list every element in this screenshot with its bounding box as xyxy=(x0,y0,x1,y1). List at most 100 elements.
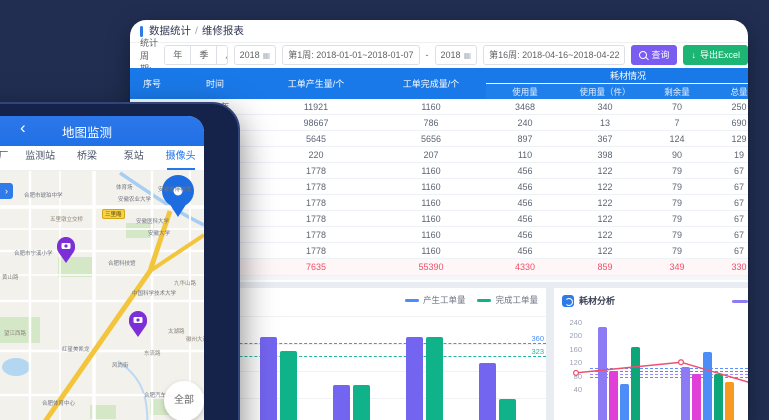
bar-完成工单量[interactable] xyxy=(353,385,370,420)
table-cell: 5656 xyxy=(376,131,486,147)
tab-摄像头[interactable]: 摄像头 xyxy=(157,146,204,170)
table-cell: 67 xyxy=(708,227,748,243)
table-cell: 129 xyxy=(708,131,748,147)
start-year-select[interactable]: 2018▦ xyxy=(234,45,277,65)
sub-col-header: 使用量 xyxy=(486,84,564,100)
table-cell: 67 xyxy=(708,195,748,211)
camera-pin[interactable] xyxy=(57,237,75,263)
tab-泵站[interactable]: 泵站 xyxy=(110,146,157,170)
table-cell: 330 xyxy=(708,259,748,276)
map-label: 安徽省博物馆 xyxy=(158,185,191,193)
selected-location-pin[interactable] xyxy=(162,175,194,217)
table-cell: 349 xyxy=(646,259,708,276)
range-separator: - xyxy=(426,50,429,60)
table-cell: 122 xyxy=(564,195,646,211)
map-label: 安徽大学 xyxy=(148,229,170,237)
trend-line xyxy=(554,288,748,420)
table-cell: 5645 xyxy=(256,131,376,147)
chart-legend: 产生工单量完成工单量 xyxy=(405,294,538,306)
consumable-chart-panel: 耗材分析 2402001601208040 xyxy=(554,288,748,420)
tab-污水厂[interactable]: 污水厂 xyxy=(0,146,17,170)
map-label: 红星美凯龙 xyxy=(62,345,90,353)
map-label: 安徽医科大学 xyxy=(136,217,169,225)
table-cell: 4330 xyxy=(486,259,564,276)
map-label: 太湖路 xyxy=(168,327,185,335)
map-road-badge: 三里庵 xyxy=(102,209,125,219)
table-header-row: 序号 时间 工单产生量/个 工单完成量/个 耗材情况 xyxy=(130,68,748,84)
bar-产生工单量[interactable] xyxy=(333,385,350,420)
table-cell: 7635 xyxy=(256,259,376,276)
table-cell: 53 xyxy=(564,276,646,281)
all-button[interactable]: 全部 xyxy=(164,381,204,420)
search-button[interactable]: 查询 xyxy=(631,45,677,65)
bar-完成工单量[interactable] xyxy=(426,337,443,420)
calendar-icon: ▦ xyxy=(464,51,472,60)
period-option-月[interactable]: 月 xyxy=(217,46,227,64)
sub-col-header: 剩余量 xyxy=(646,84,708,100)
table-cell: 250 xyxy=(708,99,748,115)
table-cell: 690 xyxy=(708,115,748,131)
table-cell: 19 xyxy=(708,147,748,163)
map-label: 五里墩立交桥 xyxy=(50,215,83,223)
period-segmented-control: 年季月周日 xyxy=(164,45,227,65)
export-excel-button[interactable]: ↓ 导出Excel xyxy=(683,45,748,65)
period-option-年[interactable]: 年 xyxy=(165,46,191,64)
bar-完成工单量[interactable] xyxy=(280,351,297,420)
map-label: 合肥科技馆 xyxy=(108,259,136,267)
table-cell: 124 xyxy=(646,131,708,147)
map-label: 中国科学技术大学 xyxy=(132,289,176,297)
search-icon xyxy=(639,51,647,59)
map-expander-button[interactable]: › xyxy=(0,183,13,199)
col-header: 工单完成量/个 xyxy=(376,68,486,99)
end-year-select[interactable]: 2018▦ xyxy=(435,45,478,65)
legend-item[interactable]: 完成工单量 xyxy=(477,294,538,306)
table-cell: 30 xyxy=(486,276,564,281)
table-cell: 456 xyxy=(486,211,564,227)
table-cell: 1778 xyxy=(256,211,376,227)
table-cell: 98667 xyxy=(256,115,376,131)
table-cell: 897 xyxy=(486,131,564,147)
table-cell: 122 xyxy=(564,227,646,243)
table-cell: 786 xyxy=(376,115,486,131)
table-cell: 140 xyxy=(708,276,748,281)
tab-桥梁[interactable]: 桥梁 xyxy=(64,146,111,170)
table-cell: 3468 xyxy=(486,99,564,115)
map-label: 体育场 xyxy=(116,183,133,191)
bar-完成工单量[interactable] xyxy=(499,399,516,420)
phone-tab-bar: 污水厂监测站桥梁泵站摄像头 xyxy=(0,146,204,171)
table-cell: 1160 xyxy=(376,227,486,243)
breadcrumb-separator: / xyxy=(195,20,198,42)
back-chevron-icon[interactable]: ‹ xyxy=(20,118,26,138)
bar-产生工单量[interactable] xyxy=(479,363,496,420)
table-cell: 220 xyxy=(256,147,376,163)
table-cell: 1778 xyxy=(256,195,376,211)
map-view[interactable]: 合肥市琥珀中学体育场安徽农业大学安徽省博物馆五里墩立交桥安徽医科大学安徽大学合肥… xyxy=(0,171,204,420)
map-label: 合肥体育中心 xyxy=(42,399,75,407)
bar-产生工单量[interactable] xyxy=(406,337,423,420)
table-cell: 90 xyxy=(646,147,708,163)
camera-pin[interactable] xyxy=(129,311,147,337)
breadcrumb: 数据统计 / 维修报表 xyxy=(130,20,748,43)
table-cell: 207 xyxy=(376,147,486,163)
table-cell: 1778 xyxy=(256,227,376,243)
legend-item[interactable]: 产生工单量 xyxy=(405,294,466,306)
bar-产生工单量[interactable] xyxy=(260,337,277,420)
map-label: 徽州大道 xyxy=(186,335,204,343)
table-cell: 122 xyxy=(564,211,646,227)
phone-header: ‹ 地图监测 xyxy=(0,116,204,146)
table-cell: 390 xyxy=(376,276,486,281)
table-cell: 1160 xyxy=(376,99,486,115)
table-cell: 122 xyxy=(564,163,646,179)
breadcrumb-page: 维修报表 xyxy=(202,20,244,42)
stage: 数据统计 / 维修报表 统计周期: 年季月周日 2018▦ 第1周: 2018-… xyxy=(0,0,769,420)
period-option-季[interactable]: 季 xyxy=(191,46,217,64)
table-cell: 1778 xyxy=(256,163,376,179)
table-cell: 1160 xyxy=(376,179,486,195)
end-week-input[interactable]: 第16周: 2018-04-16~2018-04-22 xyxy=(483,45,625,65)
phone-mockup: ‹ 地图监测 污水厂监测站桥梁泵站摄像头 xyxy=(0,102,240,420)
start-week-input[interactable]: 第1周: 2018-01-01~2018-01-07 xyxy=(282,45,419,65)
table-cell: 456 xyxy=(486,179,564,195)
tab-监测站[interactable]: 监测站 xyxy=(17,146,64,170)
calendar-icon: ▦ xyxy=(263,51,271,60)
table-cell: 367 xyxy=(564,131,646,147)
